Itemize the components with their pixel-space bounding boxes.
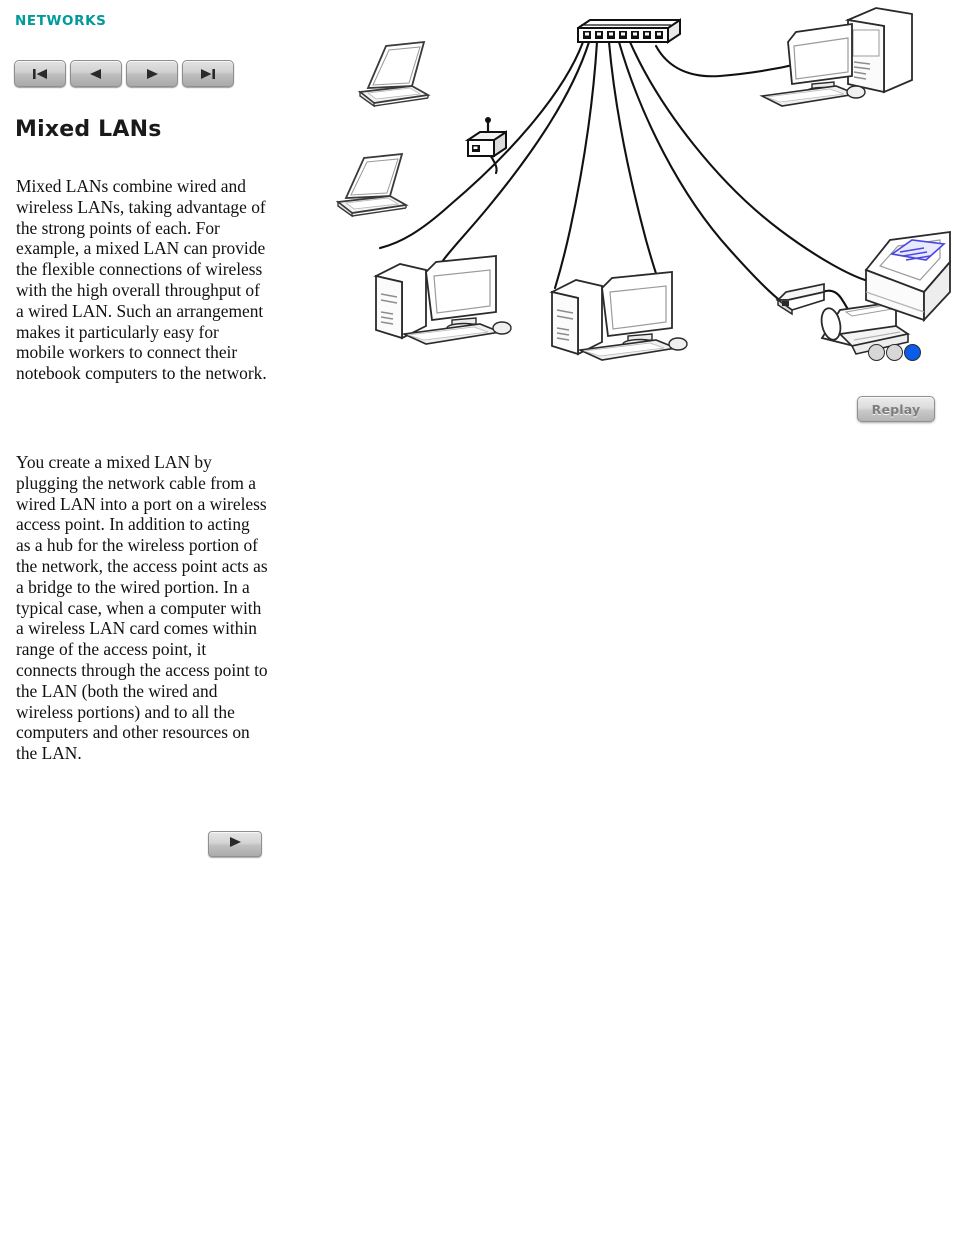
progress-dot-2[interactable] [886, 344, 903, 361]
desktop-top-right [759, 7, 913, 107]
network-diagram [335, 7, 951, 361]
network-hub [577, 18, 681, 44]
print-server-adapter [775, 282, 825, 316]
progress-dot-3[interactable] [904, 344, 921, 361]
article-column: NETWORKS Mixed LANs Mixed LANs combine w… [0, 0, 300, 1235]
nav-first-button[interactable] [14, 60, 66, 87]
laptop-top [357, 40, 431, 108]
article-paragraph-1: Mixed LANs combine wired and wireless LA… [16, 176, 267, 384]
page-title: Mixed LANs [15, 117, 162, 142]
animation-panel: Replay [300, 0, 954, 1235]
section-label: NETWORKS [15, 13, 107, 29]
desktop-left [373, 255, 512, 345]
play-icon [224, 835, 246, 854]
animation-progress-dots[interactable] [868, 344, 921, 361]
nav-last-button[interactable] [182, 60, 234, 87]
continue-play-button[interactable] [208, 831, 262, 857]
nav-previous-button[interactable] [70, 60, 122, 87]
skip-forward-icon [197, 67, 219, 81]
rewind-icon [85, 67, 107, 81]
skip-back-icon [29, 67, 51, 81]
replay-button[interactable]: Replay [857, 396, 935, 422]
continue-button-wrap [208, 831, 262, 857]
article-paragraph-2: You create a mixed LAN by plugging the n… [16, 452, 268, 764]
desktop-center [549, 271, 688, 361]
wireless-access-point [464, 117, 507, 158]
navigation-button-bar [14, 60, 234, 87]
nav-next-button[interactable] [126, 60, 178, 87]
play-icon [141, 67, 163, 81]
laptop-lower [335, 152, 409, 218]
progress-dot-1[interactable] [868, 344, 885, 361]
